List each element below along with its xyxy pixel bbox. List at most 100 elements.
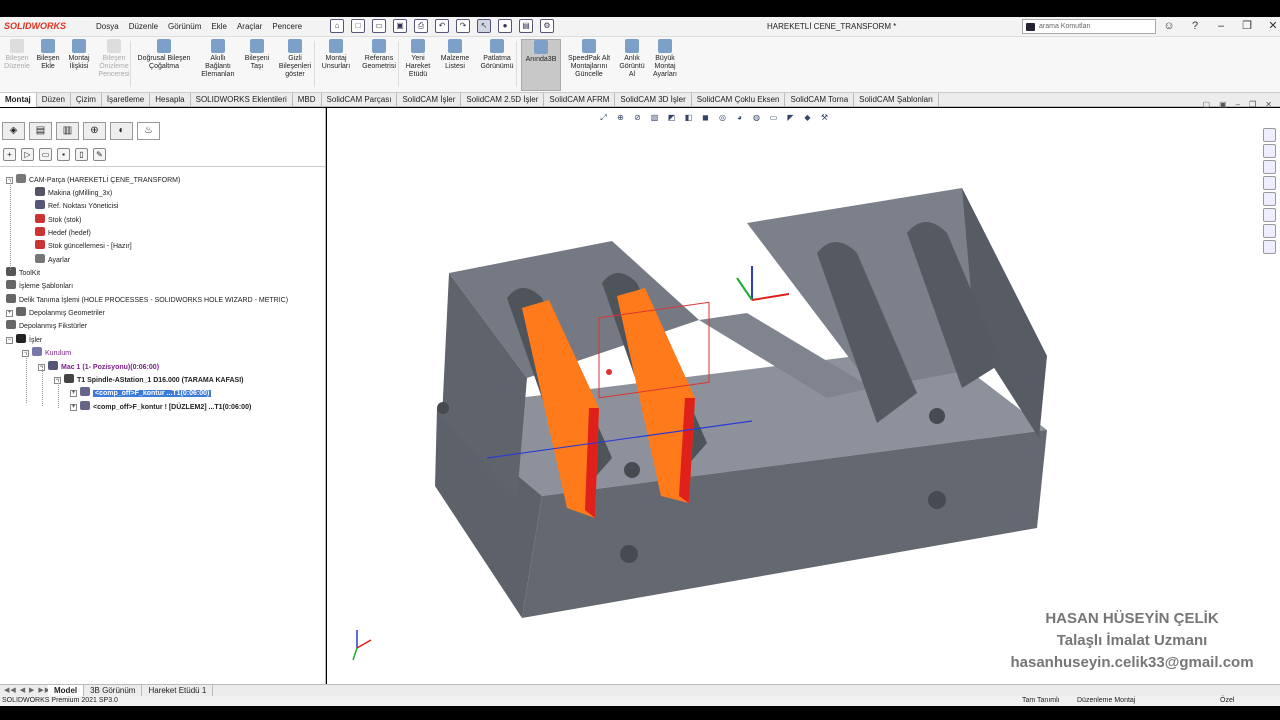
tree-node[interactable]: − İşler bbox=[6, 334, 42, 346]
ribbon-button-13[interactable]: Anında3B bbox=[521, 39, 561, 91]
ribbon-button-14[interactable]: SpeedPak Alt Montajlarını Güncelle bbox=[564, 39, 614, 79]
tab-9[interactable]: SolidCAM 2.5D İşler bbox=[461, 93, 545, 107]
tree-node[interactable]: Stok güncellemesi - [Hazır] bbox=[35, 240, 132, 252]
graphics-area[interactable]: ⤢ ⊕ ⊘ ▧ ◩ ◧ ◼ ◎ ◕ ◍ ▭ ◤ ◆ ⚒ ▢ ▣ – ❐ ✕ HA… bbox=[327, 100, 1280, 684]
tree-node[interactable]: Makina (gMilling_3x) bbox=[35, 187, 112, 199]
tree-connector-line bbox=[42, 366, 43, 406]
tools-icon[interactable]: ✎ bbox=[93, 148, 106, 161]
ribbon-button-11[interactable]: Malzeme Listesi bbox=[437, 39, 473, 71]
tree-node[interactable]: + <comp_off>F_kontur ...T1(0:06:00) bbox=[70, 387, 212, 399]
tree-node[interactable]: Depolanmış Fikstürler bbox=[6, 320, 87, 332]
ribbon-button-6[interactable]: Bileşeni Taşı bbox=[241, 39, 273, 71]
rebuild-icon[interactable]: ● bbox=[498, 19, 512, 33]
tree-node[interactable]: − Mac 1 (1- Pozisyonu)(0:06:00) bbox=[38, 361, 159, 373]
tab-1[interactable]: Düzen bbox=[37, 93, 71, 107]
save-icon[interactable]: ▣ bbox=[393, 19, 407, 33]
tab-6[interactable]: MBD bbox=[293, 93, 322, 107]
status-units[interactable]: Özel bbox=[1220, 696, 1234, 706]
tab-11[interactable]: SolidCAM 3D İşler bbox=[615, 93, 692, 107]
home-icon[interactable]: ⌂ bbox=[330, 19, 344, 33]
ribbon-button-7[interactable]: Gizli Bileşenleri göster bbox=[276, 39, 314, 79]
tab-0[interactable]: Montaj bbox=[0, 93, 37, 107]
minimize-button[interactable]: – bbox=[1214, 19, 1228, 33]
ribbon-button-label: Bileşen Ekle bbox=[36, 55, 60, 70]
ribbon-button-2[interactable]: Montaj İlişkisi bbox=[64, 39, 94, 71]
file-properties-icon[interactable]: ▤ bbox=[519, 19, 533, 33]
new-icon[interactable]: + bbox=[3, 148, 16, 161]
expand-toggle-icon[interactable]: + bbox=[70, 404, 77, 411]
open-folder-icon[interactable]: ▷ bbox=[21, 148, 34, 161]
options-gear-icon[interactable]: ⚙ bbox=[540, 19, 554, 33]
tab-4[interactable]: Hesapla bbox=[150, 93, 191, 107]
tree-node[interactable]: − Kurulum bbox=[22, 347, 71, 359]
tab-10[interactable]: SolidCAM AFRM bbox=[544, 93, 616, 107]
ribbon-button-3[interactable]: Bileşen Önizleme Penceresi bbox=[96, 39, 132, 79]
user-icon[interactable]: ☺ bbox=[1162, 19, 1176, 33]
menu-item-tools[interactable]: Araçlar bbox=[237, 22, 262, 31]
tab-motion-study[interactable]: Hareket Etüdü 1 bbox=[142, 685, 214, 696]
tree-node[interactable]: ToolKit bbox=[6, 267, 40, 279]
menu-item-window[interactable]: Pencere bbox=[272, 22, 302, 31]
expand-toggle-icon[interactable]: + bbox=[70, 390, 77, 397]
print-icon[interactable]: ⎙ bbox=[414, 19, 428, 33]
tree-node[interactable]: Delik Tanıma İşlemi (HOLE PROCESSES - SO… bbox=[6, 294, 288, 306]
3d-part-model[interactable] bbox=[327, 108, 1280, 684]
ribbon-button-12[interactable]: Patlatma Görünümü bbox=[476, 39, 518, 71]
tab-5[interactable]: SOLIDWORKS Eklentileri bbox=[191, 93, 293, 107]
ribbon-button-10[interactable]: Yeni Hareket Etüdü bbox=[402, 39, 434, 79]
property-manager-tab-icon[interactable]: ▤ bbox=[29, 122, 52, 140]
tree-node[interactable]: + <comp_off>F_kontur ! [DÜZLEM2] ...T1(0:… bbox=[70, 401, 251, 413]
folder-icon[interactable]: ▭ bbox=[39, 148, 52, 161]
tab-3[interactable]: İşaretleme bbox=[102, 93, 151, 107]
select-cursor-icon[interactable]: ↖ bbox=[477, 19, 491, 33]
command-search-input[interactable]: arama Komutları bbox=[1022, 19, 1156, 34]
tab-3d-view[interactable]: 3B Görünüm bbox=[84, 685, 143, 696]
tab-8[interactable]: SolidCAM İşler bbox=[397, 93, 462, 107]
ribbon-button-16[interactable]: Büyük Montaj Ayarları bbox=[649, 39, 681, 79]
tab-12[interactable]: SolidCAM Çoklu Eksen bbox=[692, 93, 786, 107]
tree-node[interactable]: − CAM-Parça (HAREKETLİ ÇENE_TRANSFORM) bbox=[6, 174, 180, 186]
ribbon-button-1[interactable]: Bileşen Ekle bbox=[34, 39, 62, 71]
dimxpert-tab-icon[interactable]: ⊕ bbox=[83, 122, 106, 140]
tree-node[interactable]: Ayarlar bbox=[35, 254, 70, 266]
ribbon-button-9[interactable]: Referans Geometrisi bbox=[359, 39, 399, 71]
tab-13[interactable]: SolidCAM Torna bbox=[785, 93, 855, 107]
tree-node[interactable]: − T1 Spindle-AStation_1 D16.000 (TARAMA K… bbox=[54, 374, 243, 386]
close-button[interactable]: ✕ bbox=[1266, 19, 1280, 33]
collapse-toggle-icon[interactable]: − bbox=[6, 337, 13, 344]
configuration-manager-tab-icon[interactable]: ▥ bbox=[56, 122, 79, 140]
feature-manager-tab-icon[interactable]: ◈ bbox=[2, 122, 25, 140]
tree-node[interactable]: + Depolanmış Geometriler bbox=[6, 307, 105, 319]
tab-7[interactable]: SolidCAM Parçası bbox=[322, 93, 398, 107]
tree-node[interactable]: Ref. Noktası Yöneticisi bbox=[35, 200, 118, 212]
menu-item-edit[interactable]: Düzenle bbox=[129, 22, 158, 31]
restore-button[interactable]: ❐ bbox=[1240, 19, 1254, 33]
expand-toggle-icon[interactable]: + bbox=[6, 310, 13, 317]
ribbon-button-8[interactable]: Montaj Unsurları bbox=[318, 39, 354, 71]
ribbon-button-5[interactable]: Akıllı Bağlantı Elemanları bbox=[197, 39, 239, 79]
menu-item-insert[interactable]: Ekle bbox=[211, 22, 227, 31]
ribbon-button-label: SpeedPak Alt Montajlarını Güncelle bbox=[567, 55, 611, 78]
tree-node[interactable]: İşleme Şablonları bbox=[6, 280, 73, 292]
open-icon[interactable]: ▭ bbox=[372, 19, 386, 33]
new-document-icon[interactable]: □ bbox=[351, 19, 365, 33]
display-manager-tab-icon[interactable]: ◐ bbox=[110, 122, 133, 140]
tab-14[interactable]: SolidCAM Şablonları bbox=[854, 93, 939, 107]
ribbon-button-0[interactable]: Bileşen Düzenle bbox=[2, 39, 32, 71]
menu-item-file[interactable]: Dosya bbox=[96, 22, 119, 31]
tree-node[interactable]: Stok (stok) bbox=[35, 214, 81, 226]
ribbon-button-15[interactable]: Anlık Görüntü Al bbox=[618, 39, 646, 79]
redo-icon[interactable]: ↷ bbox=[456, 19, 470, 33]
solidcam-manager-tab-icon[interactable]: ♨ bbox=[137, 122, 160, 140]
save-disk-icon[interactable]: ▪ bbox=[57, 148, 70, 161]
help-icon[interactable]: ? bbox=[1188, 19, 1202, 33]
menu-item-view[interactable]: Görünüm bbox=[168, 22, 201, 31]
ribbon-button-4[interactable]: Doğrusal Bileşen Çoğaltma bbox=[134, 39, 194, 71]
app-logo[interactable]: SOLIDWORKS bbox=[4, 21, 66, 31]
undo-icon[interactable]: ↶ bbox=[435, 19, 449, 33]
tab-model[interactable]: Model bbox=[48, 685, 85, 696]
tab-scroll-arrows[interactable]: ◀◀ ◀ ▶ ▶▶ bbox=[4, 686, 51, 694]
clipboard-icon[interactable]: ▯ bbox=[75, 148, 88, 161]
tree-node[interactable]: Hedef (hedef) bbox=[35, 227, 91, 239]
tab-2[interactable]: Çizim bbox=[71, 93, 102, 107]
